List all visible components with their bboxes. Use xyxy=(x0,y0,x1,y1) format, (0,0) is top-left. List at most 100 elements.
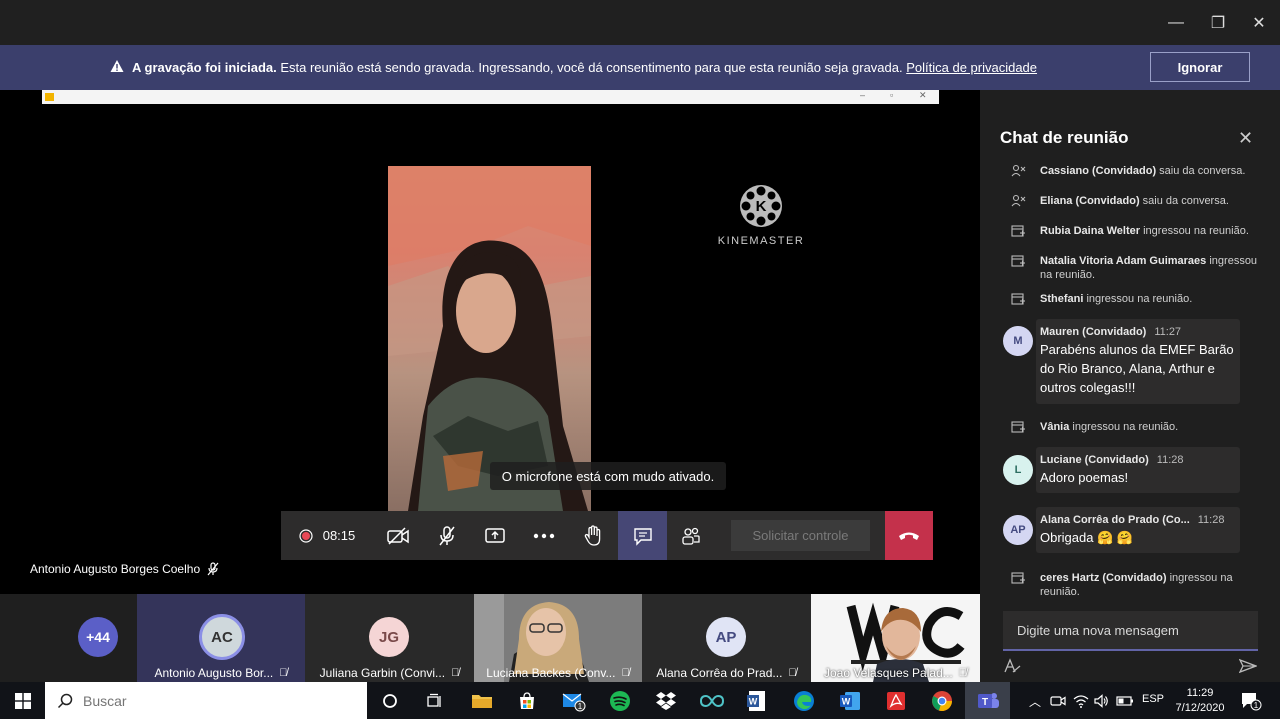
chrome-button[interactable] xyxy=(927,686,957,716)
participants-icon xyxy=(682,527,700,545)
microphone-button[interactable] xyxy=(423,511,471,560)
overflow-participants-tile[interactable]: +44 xyxy=(0,594,137,682)
maximize-button[interactable]: ❐ xyxy=(1197,0,1239,45)
minimize-icon: — xyxy=(1168,13,1184,31)
avatar: AC xyxy=(199,614,245,660)
shared-maximize-icon: ▫ xyxy=(890,90,894,100)
close-icon: ✕ xyxy=(1252,14,1266,32)
taskbar-search[interactable] xyxy=(45,682,367,719)
presenter-name-text: Antonio Augusto Borges Coelho xyxy=(30,562,201,576)
mail-icon: 1 xyxy=(562,693,586,712)
overflow-count: +44 xyxy=(78,617,118,657)
participant-name: Luciana Backes (Conv... 🎙̸ xyxy=(474,666,642,680)
raise-hand-button[interactable] xyxy=(569,511,617,560)
mail-button[interactable]: 1 xyxy=(559,686,589,716)
store-button[interactable] xyxy=(512,686,542,716)
ignore-button[interactable]: Ignorar xyxy=(1150,52,1250,82)
mute-notification: O microfone está com mudo ativado. xyxy=(490,462,726,490)
participant-video-tile[interactable]: Joao Velasques Palad... 🎙̸ xyxy=(811,594,980,682)
word-pinned-button[interactable]: W xyxy=(742,686,772,716)
clock[interactable]: 11:29 7/12/2020 xyxy=(1172,686,1228,716)
chevron-up-icon: ︿ xyxy=(1028,694,1041,709)
request-control-button[interactable]: Solicitar controle xyxy=(731,520,870,551)
word-button[interactable]: W xyxy=(835,686,865,716)
edge-button[interactable] xyxy=(789,686,819,716)
participant-tile[interactable]: AC Antonio Augusto Bor... 🎙̸ xyxy=(137,594,305,682)
participant-tile[interactable]: AP Alana Corrêa do Prad... 🎙̸ xyxy=(642,594,811,682)
participant-name: Juliana Garbin (Convi... 🎙̸ xyxy=(305,666,474,680)
shared-minimize-icon: – xyxy=(860,90,866,100)
left-conversation-icon xyxy=(1011,164,1026,177)
battery-icon xyxy=(1116,696,1133,706)
chat-message: Luciane (Convidado) 11:28 Adoro poemas! xyxy=(1036,447,1240,493)
message-time: 11:28 xyxy=(1197,514,1225,526)
title-bar: — ❐ ✕ xyxy=(0,0,1280,45)
participant-name: Antonio Augusto Bor... 🎙̸ xyxy=(137,666,305,680)
teams-button[interactable]: T xyxy=(973,686,1003,716)
app-icon xyxy=(45,93,54,101)
store-icon xyxy=(520,692,534,709)
message-text: Parabéns alunos da EMEF Barão do Rio Bra… xyxy=(1040,342,1234,395)
search-input[interactable] xyxy=(83,692,333,709)
camera-button[interactable] xyxy=(374,511,422,560)
avatar: AP xyxy=(706,617,746,657)
participant-tile[interactable]: JG Juliana Garbin (Convi... 🎙̸ xyxy=(305,594,474,682)
privacy-policy-link[interactable]: Política de privacidade xyxy=(906,60,1037,75)
show-participants-button[interactable] xyxy=(667,511,715,560)
format-icon[interactable] xyxy=(1003,658,1021,674)
start-button[interactable] xyxy=(0,682,45,719)
joined-meeting-icon xyxy=(1011,225,1025,237)
file-explorer-button[interactable] xyxy=(467,686,497,716)
volume-button[interactable] xyxy=(1088,686,1114,716)
event-action: saiu da conversa. xyxy=(1139,195,1229,207)
mic-off-icon xyxy=(439,525,455,545)
presenter-label: Antonio Augusto Borges Coelho xyxy=(30,562,220,576)
cortana-button[interactable] xyxy=(375,686,405,716)
edge-icon xyxy=(794,691,814,711)
avatar: M xyxy=(1003,326,1033,356)
close-window-button[interactable]: ✕ xyxy=(1238,0,1280,45)
record-icon xyxy=(299,528,313,543)
clock-time: 11:29 xyxy=(1186,687,1214,699)
participant-name-text: Antonio Augusto Bor... xyxy=(154,666,274,680)
meeting-chat-panel: Chat de reunião ✕ Cassiano (Convidado) s… xyxy=(980,90,1280,682)
recording-banner: A gravação foi iniciada. Esta reunião es… xyxy=(0,45,1280,90)
send-icon[interactable] xyxy=(1239,658,1257,674)
banner-bold-text: A gravação foi iniciada. xyxy=(132,60,277,75)
spotify-button[interactable] xyxy=(605,686,635,716)
show-chat-button[interactable] xyxy=(618,511,667,560)
close-icon: ✕ xyxy=(1238,128,1254,148)
hang-up-button[interactable] xyxy=(885,511,933,560)
close-chat-button[interactable]: ✕ xyxy=(1238,128,1253,149)
participant-name: Joao Velasques Palad... 🎙̸ xyxy=(811,666,980,680)
windows-taskbar: 1 W W T ︿ xyxy=(0,682,1280,719)
camera-tray-icon xyxy=(1050,696,1066,706)
share-screen-button[interactable] xyxy=(471,511,519,560)
notification-badge: 1 xyxy=(1254,701,1259,710)
message-time: 11:28 xyxy=(1156,454,1184,466)
participant-video-tile[interactable]: Luciana Backes (Conv... 🎙̸ xyxy=(474,594,642,682)
spotify-icon xyxy=(610,691,630,711)
event-action: ingressou na reunião. xyxy=(1083,293,1193,305)
left-conversation-icon xyxy=(1011,194,1026,207)
recording-time: 08:15 xyxy=(322,528,356,543)
action-center-button[interactable]: 1 xyxy=(1236,686,1266,716)
acrobat-button[interactable] xyxy=(881,686,911,716)
arduino-button[interactable] xyxy=(697,686,727,716)
battery-button[interactable] xyxy=(1112,686,1138,716)
chat-icon xyxy=(633,527,652,546)
mail-badge: 1 xyxy=(578,702,583,711)
dropbox-button[interactable] xyxy=(651,686,681,716)
more-actions-button[interactable] xyxy=(519,511,569,560)
input-language[interactable]: ESP xyxy=(1142,693,1164,705)
pdf-icon xyxy=(887,692,905,710)
minimize-button[interactable]: — xyxy=(1155,0,1197,45)
share-screen-icon xyxy=(485,527,505,543)
task-view-button[interactable] xyxy=(420,686,450,716)
volume-icon xyxy=(1094,694,1108,708)
chat-message-input[interactable]: Digite uma nova mensagem xyxy=(1003,611,1258,651)
dropbox-icon xyxy=(656,692,676,710)
participant-name-text: Luciana Backes (Conv... xyxy=(486,666,616,680)
shared-window-titlebar: – ▫ ✕ xyxy=(42,90,939,104)
kinemaster-text: KINEMASTER xyxy=(718,235,804,247)
